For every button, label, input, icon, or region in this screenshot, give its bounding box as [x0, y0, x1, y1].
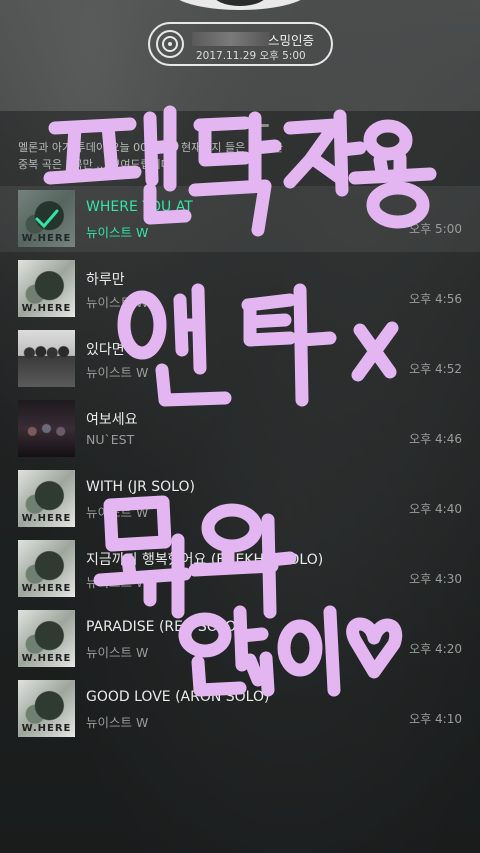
album-art: [18, 330, 75, 387]
badge-timestamp: 2017.11.29 오후 5:00: [196, 50, 306, 62]
track-row[interactable]: 여보세요 NU`EST 오후 4:46: [0, 396, 480, 462]
album-art-label: W.HERE: [21, 723, 72, 734]
album-art: [18, 400, 75, 457]
track-row[interactable]: W.HERE PARADISE (REN SOLO) 뉴이스트 W 오후 4:20: [0, 606, 480, 672]
album-art-label: W.HERE: [21, 583, 72, 594]
disc-icon: [156, 30, 184, 58]
track-row[interactable]: W.HERE WHERE YOU AT 뉴이스트 W 오후 5:00: [0, 186, 480, 252]
track-artist: 뉴이스트 W: [86, 365, 149, 380]
album-art: W.HERE: [18, 610, 75, 667]
album-art: W.HERE: [18, 680, 75, 737]
album-art: W.HERE: [18, 540, 75, 597]
notice-line-1: 멜론과 아거 투데이 오늘 00시부터 현재까지 들은 10곡을: [18, 141, 283, 154]
checkmark-icon: [18, 190, 75, 247]
track-play-time: 오후 4:40: [409, 502, 462, 516]
track-artist: 뉴이스트 W: [86, 715, 149, 730]
track-row[interactable]: W.HERE 하루만뉴이스트 W 오후 4:56: [0, 256, 480, 322]
track-title: 하루만: [86, 272, 125, 288]
track-play-time: 오후 4:56: [409, 292, 462, 306]
track-title: GOOD LOVE (ARON SOLO): [86, 689, 270, 705]
track-artist: 뉴이스트 W: [86, 225, 149, 240]
drag-handle[interactable]: [225, 124, 269, 127]
streaming-proof-badge: 스밍인증 2017.11.29 오후 5:00: [148, 22, 333, 66]
track-artist: 뉴이스트 W: [86, 575, 149, 590]
track-row[interactable]: W.HERE GOOD LOVE (ARON SOLO) 뉴이스트 W 오후 4:10: [0, 676, 480, 742]
track-title: 지금까지 행복했어요 (BAEKHO SOLO): [86, 552, 324, 568]
track-artist: 뉴이스트 W: [86, 295, 149, 310]
track-title: PARADISE (REN SOLO): [86, 619, 242, 635]
track-row[interactable]: W.HERE WITH (JR SOLO) 뉴이스트 W 오후 4:40: [0, 466, 480, 532]
track-play-time: 오후 5:00: [409, 222, 462, 236]
album-art-label: W.HERE: [21, 513, 72, 524]
album-art: W.HERE: [18, 190, 75, 247]
album-art: W.HERE: [18, 470, 75, 527]
track-artist: NU`EST: [86, 432, 135, 447]
track-artist: 뉴이스트 W: [86, 505, 149, 520]
album-art-label: W.HERE: [21, 653, 72, 664]
track-play-time: 오후 4:10: [409, 712, 462, 726]
track-title: WITH (JR SOLO): [86, 479, 195, 495]
track-artist: 뉴이스트 W: [86, 645, 149, 660]
track-play-time: 오후 4:52: [409, 362, 462, 376]
track-play-time: 오후 4:20: [409, 642, 462, 656]
track-title: 여보세요: [86, 412, 138, 428]
track-title: WHERE YOU AT: [86, 199, 193, 215]
track-row[interactable]: W.HERE 지금까지 행복했어요 (BAEKHO SOLO) 뉴이스트 W 오후 4…: [0, 536, 480, 602]
badge-title: 스밍인증: [268, 33, 315, 48]
history-notice: 멜론과 아거 투데이 오늘 00시부터 현재까지 들은 10곡을 중복 곡은 1…: [18, 139, 438, 173]
track-play-time: 오후 4:30: [409, 572, 462, 586]
censored-username: [192, 32, 270, 46]
album-art-label: W.HERE: [21, 303, 72, 314]
notice-line-2: 중복 곡은 1곡만 ... 보여드립니다.: [18, 158, 175, 171]
album-art: W.HERE: [18, 260, 75, 317]
track-play-time: 오후 4:46: [409, 432, 462, 446]
track-row[interactable]: 있다면뉴이스트 W 오후 4:52: [0, 326, 480, 392]
track-title: 있다면: [86, 342, 125, 358]
